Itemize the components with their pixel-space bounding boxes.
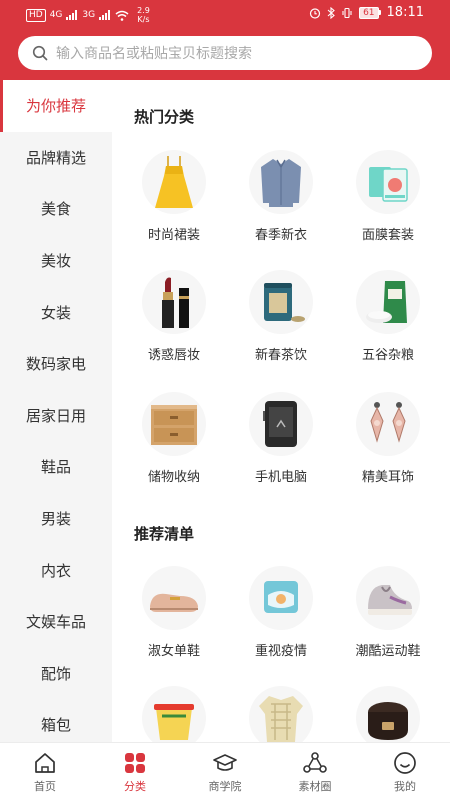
sidebar-item-entertainment-car[interactable]: 文娱车品 bbox=[0, 596, 112, 648]
speed-value: 2.9 bbox=[137, 6, 150, 15]
recommend-item-pajamas[interactable] bbox=[231, 686, 331, 742]
category-item-earrings[interactable]: 精美耳饰 bbox=[338, 392, 438, 485]
sidebar-item-accessories[interactable]: 配饰 bbox=[0, 648, 112, 700]
network-4g-indicator: 4G bbox=[49, 10, 63, 20]
search-placeholder: 输入商品名或粘贴宝贝标题搜索 bbox=[56, 46, 252, 62]
category-item-grains[interactable]: 五谷杂粮 bbox=[338, 270, 438, 363]
recommend-item-epidemic[interactable]: 重视疫情 bbox=[231, 566, 331, 659]
search-icon bbox=[32, 45, 48, 61]
recommend-item-snack[interactable] bbox=[124, 686, 224, 742]
recommend-item-rice-cooker[interactable] bbox=[338, 686, 438, 742]
signal-icon bbox=[99, 10, 111, 20]
category-item-label: 精美耳饰 bbox=[361, 470, 414, 485]
category-item-label: 诱惑唇妆 bbox=[147, 348, 200, 363]
sidebar-item-bags[interactable]: 箱包 bbox=[0, 699, 112, 742]
category-item-label: 五谷杂粮 bbox=[361, 348, 414, 363]
category-content: 热门分类 时尚裙装 春季新衣 面膜套装 诱惑唇妆 新春茶饮 五谷杂粮 储物收纳 … bbox=[112, 80, 450, 742]
category-item-label: 手机电脑 bbox=[254, 470, 307, 485]
tab-material-circle[interactable]: 素材圈 bbox=[270, 743, 360, 800]
wifi-icon bbox=[115, 10, 129, 21]
sidebar-item-home-daily[interactable]: 居家日用 bbox=[0, 390, 112, 442]
header-bar: HD 4G 3G 2.9 K/s 61 18:11 输入商品名或粘贴宝贝标题搜索 bbox=[0, 0, 450, 80]
phone-icon bbox=[249, 392, 313, 456]
recommend-item-label: 重视疫情 bbox=[254, 644, 307, 659]
speed-unit: K/s bbox=[137, 15, 150, 24]
pajamas-icon bbox=[249, 686, 313, 742]
recommend-item-label: 潮酷运动鞋 bbox=[355, 644, 421, 659]
snack-cup-icon bbox=[142, 686, 206, 742]
signal-icon bbox=[66, 10, 78, 20]
hd-indicator: HD bbox=[26, 8, 46, 22]
tab-label: 素材圈 bbox=[298, 780, 332, 793]
category-icon bbox=[125, 753, 145, 773]
tea-can-icon bbox=[249, 270, 313, 334]
tab-home[interactable]: 首页 bbox=[0, 743, 90, 800]
status-bar: HD 4G 3G 2.9 K/s 61 18:11 bbox=[0, 0, 450, 28]
rice-bag-icon bbox=[356, 270, 420, 334]
tab-label: 商学院 bbox=[208, 780, 242, 793]
sidebar-item-recommend[interactable]: 为你推荐 bbox=[0, 80, 112, 132]
sidebar-item-underwear[interactable]: 内衣 bbox=[0, 544, 112, 596]
category-item-lipstick[interactable]: 诱惑唇妆 bbox=[124, 270, 224, 363]
battery-icon: 61 bbox=[359, 6, 381, 19]
category-item-dress[interactable]: 时尚裙装 bbox=[124, 150, 224, 243]
home-icon bbox=[35, 753, 55, 773]
sidebar-item-digital-appliances[interactable]: 数码家电 bbox=[0, 338, 112, 390]
sneaker-icon bbox=[356, 566, 420, 630]
recommend-item-sneakers[interactable]: 潮酷运动鞋 bbox=[338, 566, 438, 659]
tab-label: 我的 bbox=[394, 780, 416, 793]
alarm-icon bbox=[309, 7, 321, 19]
category-item-label: 时尚裙装 bbox=[147, 228, 200, 243]
category-item-label: 储物收纳 bbox=[147, 470, 200, 485]
category-item-phone-pc[interactable]: 手机电脑 bbox=[231, 392, 331, 485]
category-item-spring-wear[interactable]: 春季新衣 bbox=[231, 150, 331, 243]
clock: 18:11 bbox=[386, 5, 424, 20]
bottom-tab-bar: 首页 分类 商学院 素材圈 我的 bbox=[0, 742, 450, 800]
bluetooth-icon bbox=[327, 6, 335, 19]
recommend-item-ladies-shoes[interactable]: 淑女单鞋 bbox=[124, 566, 224, 659]
category-sidebar: 为你推荐 品牌精选 美食 美妆 女装 数码家电 居家日用 鞋品 男装 内衣 文娱… bbox=[0, 80, 112, 742]
sidebar-item-womens-clothing[interactable]: 女装 bbox=[0, 286, 112, 338]
network-speed: 2.9 K/s bbox=[137, 6, 150, 24]
section-title-recommend: 推荐清单 bbox=[134, 525, 195, 543]
drawer-icon bbox=[142, 392, 206, 456]
category-item-label: 面膜套装 bbox=[361, 228, 414, 243]
battery-level: 61 bbox=[359, 6, 379, 19]
tab-business-school[interactable]: 商学院 bbox=[180, 743, 270, 800]
tab-label: 分类 bbox=[124, 780, 146, 793]
category-item-label: 春季新衣 bbox=[254, 228, 307, 243]
profile-face-icon bbox=[394, 752, 416, 774]
earrings-icon bbox=[356, 392, 420, 456]
dress-icon bbox=[142, 150, 206, 214]
recommend-item-label: 淑女单鞋 bbox=[147, 644, 200, 659]
category-item-storage[interactable]: 储物收纳 bbox=[124, 392, 224, 485]
graduation-cap-icon bbox=[213, 754, 237, 771]
sidebar-item-food[interactable]: 美食 bbox=[0, 183, 112, 235]
vibrate-icon bbox=[342, 7, 352, 18]
category-item-mask-set[interactable]: 面膜套装 bbox=[338, 150, 438, 243]
category-item-label: 新春茶饮 bbox=[254, 348, 307, 363]
lipstick-icon bbox=[142, 270, 206, 334]
section-title-hot: 热门分类 bbox=[134, 108, 195, 126]
tab-mine[interactable]: 我的 bbox=[360, 743, 450, 800]
sidebar-item-brands[interactable]: 品牌精选 bbox=[0, 132, 112, 184]
tab-label: 首页 bbox=[34, 780, 56, 793]
loafer-icon bbox=[142, 566, 206, 630]
sidebar-item-beauty[interactable]: 美妆 bbox=[0, 235, 112, 287]
sidebar-item-mens-clothing[interactable]: 男装 bbox=[0, 493, 112, 545]
search-input[interactable]: 输入商品名或粘贴宝贝标题搜索 bbox=[18, 36, 432, 70]
rice-cooker-icon bbox=[356, 686, 420, 742]
tab-category[interactable]: 分类 bbox=[90, 743, 180, 800]
shirt-icon bbox=[249, 150, 313, 214]
category-item-tea[interactable]: 新春茶饮 bbox=[231, 270, 331, 363]
material-circle-icon bbox=[303, 752, 327, 773]
mask-box-icon bbox=[356, 150, 420, 214]
network-3g-indicator: 3G bbox=[82, 10, 96, 20]
face-mask-icon bbox=[249, 566, 313, 630]
sidebar-item-shoes[interactable]: 鞋品 bbox=[0, 441, 112, 493]
